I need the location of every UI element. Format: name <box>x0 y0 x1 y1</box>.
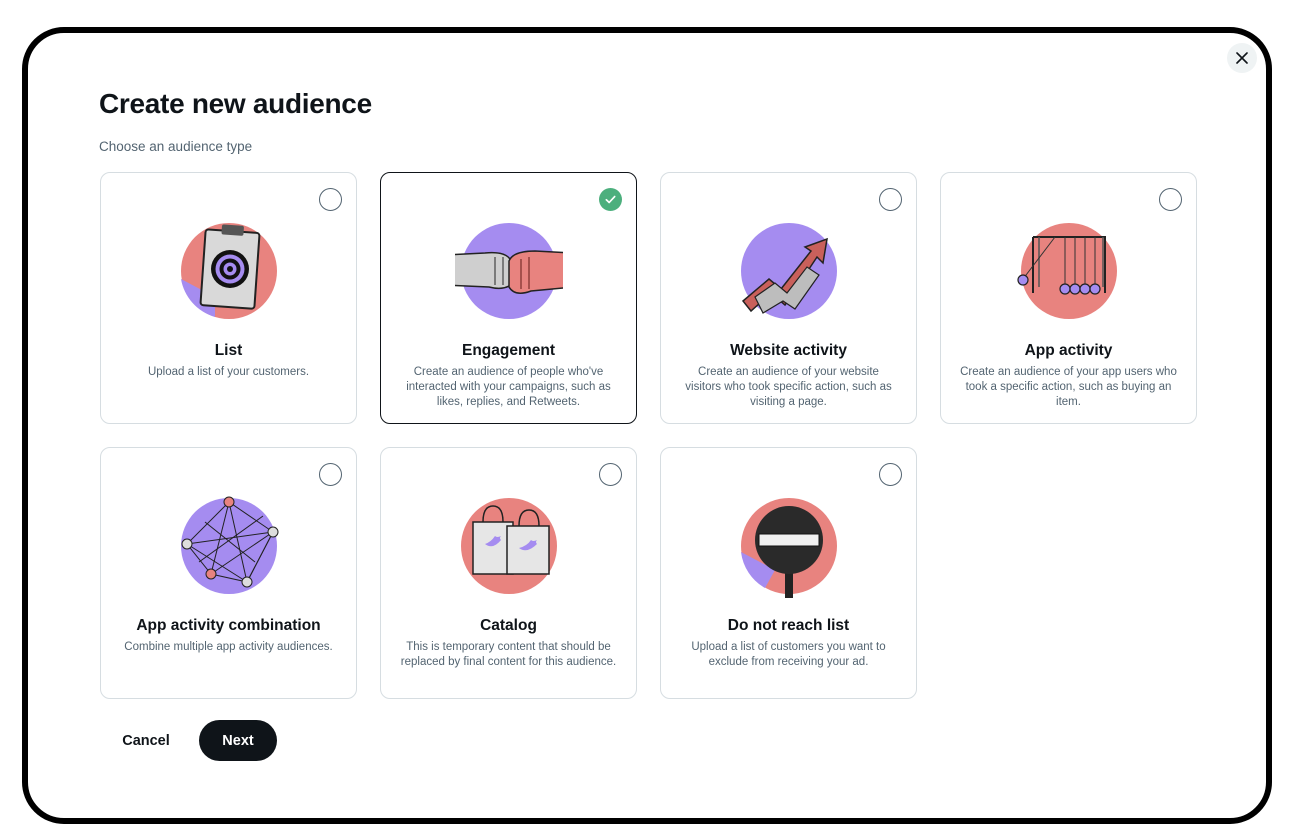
audience-card-do-not-reach-list[interactable]: Do not reach list Upload a list of custo… <box>660 447 917 699</box>
card-description: Upload a list of your customers. <box>147 366 310 378</box>
pin-network-icon <box>181 496 279 594</box>
audience-card-website-activity[interactable]: Website activity Create an audience of y… <box>660 172 917 424</box>
close-button[interactable] <box>1227 43 1257 73</box>
card-description: Upload a list of customers you want to e… <box>691 641 886 668</box>
audience-card-app-activity[interactable]: App activity Create an audience of your … <box>940 172 1197 424</box>
newtons-cradle-icon <box>1017 223 1117 319</box>
card-description: This is temporary content that should be… <box>400 641 617 668</box>
audience-card-list[interactable]: List Upload a list of your customers. <box>100 172 357 424</box>
card-description: Create an audience of your app users who… <box>960 366 1177 408</box>
check-icon <box>605 195 616 204</box>
radio-button-checked[interactable] <box>599 188 622 211</box>
radio-button[interactable] <box>879 463 902 486</box>
card-title: Engagement <box>461 342 555 359</box>
radio-button[interactable] <box>1159 188 1182 211</box>
page-subtitle: Choose an audience type <box>99 139 253 154</box>
clipboard-target-icon <box>181 223 277 319</box>
audience-card-engagement[interactable]: Engagement Create an audience of people … <box>380 172 637 424</box>
card-description: Combine multiple app activity audiences. <box>124 641 333 653</box>
card-description: Create an audience of your website visit… <box>685 366 892 408</box>
close-icon <box>1236 52 1248 64</box>
card-title: Catalog <box>480 617 537 634</box>
radio-button[interactable] <box>879 188 902 211</box>
card-title: List <box>214 342 243 359</box>
audience-card-app-activity-combination[interactable]: App activity combination Combine multipl… <box>100 447 357 699</box>
fist-bump-icon <box>455 223 563 319</box>
page-title: Create new audience <box>99 88 372 119</box>
radio-button[interactable] <box>319 188 342 211</box>
card-description: Create an audience of people who've inte… <box>406 366 611 408</box>
next-button[interactable]: Next <box>199 720 277 761</box>
rising-arrows-icon <box>741 223 837 319</box>
card-title: App activity <box>1024 342 1113 359</box>
shopping-bags-icon <box>461 498 557 594</box>
audience-card-catalog[interactable]: Catalog This is temporary content that s… <box>380 447 637 699</box>
card-title: Do not reach list <box>727 617 850 634</box>
card-title: Website activity <box>730 342 847 359</box>
radio-button[interactable] <box>599 463 622 486</box>
radio-button[interactable] <box>319 463 342 486</box>
card-title: App activity combination <box>136 617 321 634</box>
no-entry-sign-icon <box>741 498 837 598</box>
cancel-button[interactable]: Cancel <box>110 721 182 761</box>
